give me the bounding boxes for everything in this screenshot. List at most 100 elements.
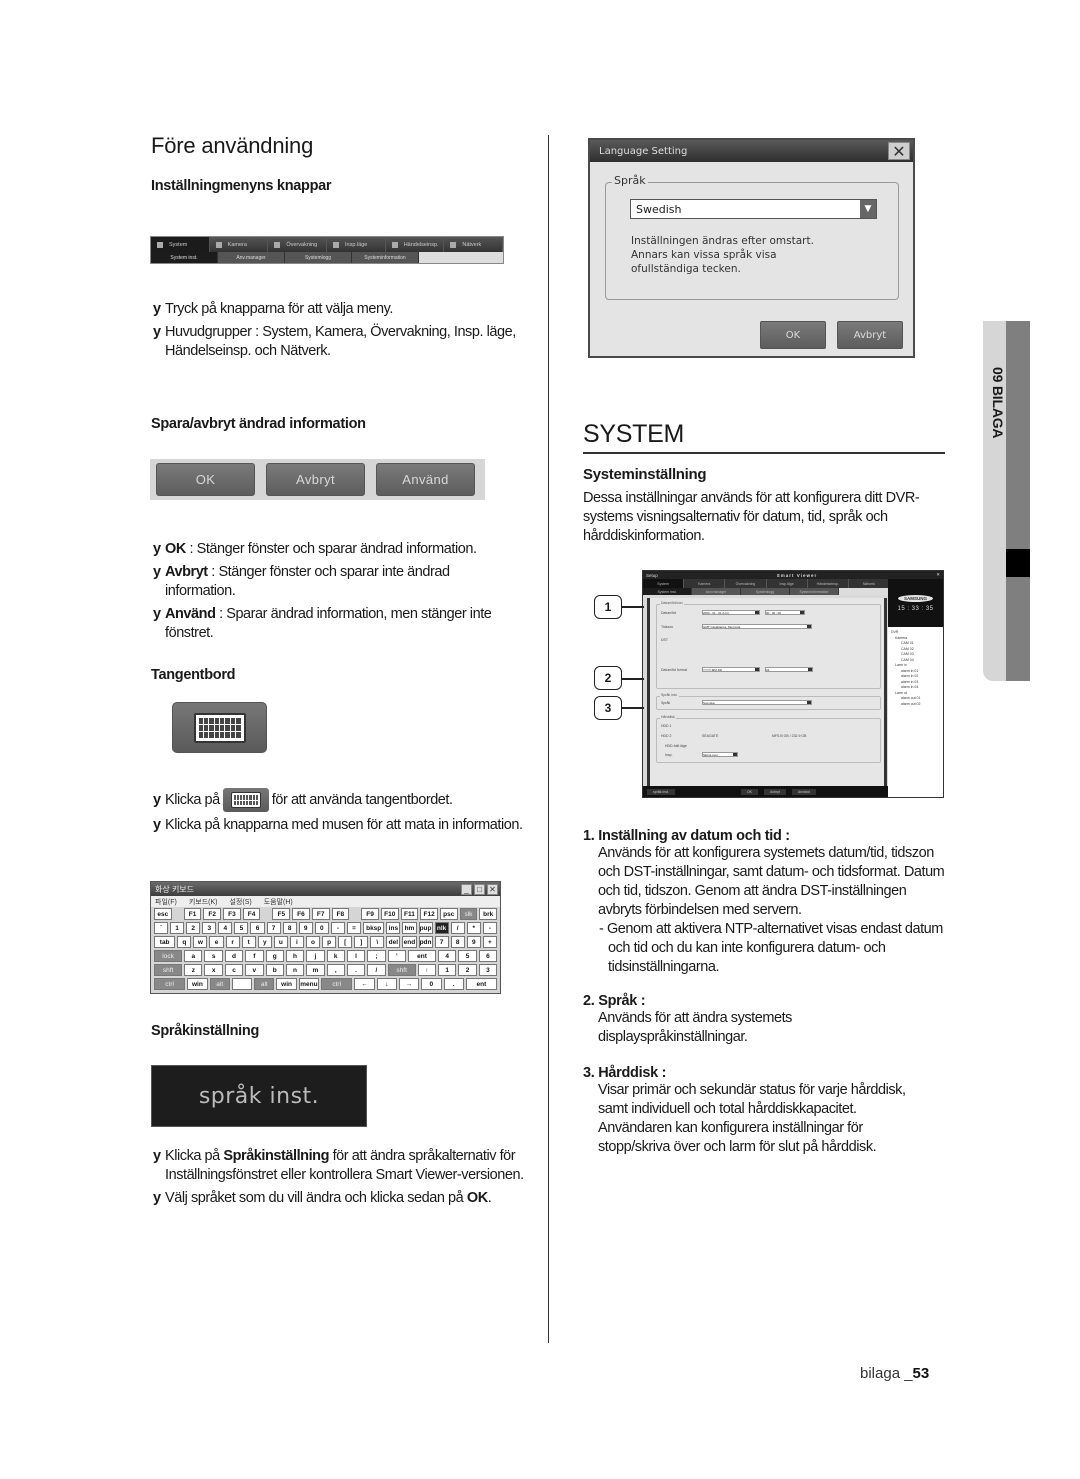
vk-key[interactable]: ins xyxy=(386,922,401,934)
close-icon[interactable]: ✕ xyxy=(936,572,940,578)
vk-key[interactable]: ← xyxy=(354,978,375,990)
sv-bottom-button[interactable]: språk inst. xyxy=(647,788,675,795)
sv-tree-item[interactable]: alarm out 02 xyxy=(891,702,940,708)
vk-key[interactable]: 1 xyxy=(170,922,185,934)
vk-key[interactable]: F8 xyxy=(331,908,350,920)
sv-tab[interactable]: Nätverk xyxy=(849,579,891,588)
chevron-down-icon[interactable]: ▼ xyxy=(860,200,876,218)
vk-key[interactable]: F9 xyxy=(361,908,379,920)
vk-key[interactable]: F1 xyxy=(183,908,202,920)
vk-key[interactable] xyxy=(174,908,182,920)
vk-menu-item[interactable]: 파일(F) xyxy=(155,897,177,907)
sv-bottom-button[interactable]: OK xyxy=(740,788,759,795)
menu-tab[interactable]: System xyxy=(151,237,210,252)
vk-menu-item[interactable]: 도움말(H) xyxy=(264,897,293,907)
vk-key[interactable]: \ xyxy=(370,936,385,948)
vk-key[interactable]: → xyxy=(398,978,420,990)
vk-key[interactable]: o xyxy=(305,936,321,948)
menu-subtab[interactable]: Anv.manager xyxy=(218,252,285,263)
vk-key[interactable]: v xyxy=(245,964,264,976)
vk-menu-item[interactable]: 설정(S) xyxy=(229,897,251,907)
sv-tab[interactable]: Händelseinsp. xyxy=(808,579,849,588)
vk-key[interactable]: win xyxy=(187,978,208,990)
vk-key[interactable]: k xyxy=(326,950,345,962)
vk-key[interactable]: u xyxy=(273,936,288,948)
vk-key[interactable]: ent xyxy=(407,950,437,962)
vk-key[interactable]: f xyxy=(245,950,264,962)
vk-key[interactable]: 5 xyxy=(458,950,477,962)
vk-key[interactable]: t xyxy=(241,936,256,948)
menu-subtab[interactable]: Systemlogg xyxy=(285,252,352,263)
vk-key[interactable]: 6 xyxy=(250,922,265,934)
vk-key[interactable]: * xyxy=(466,922,481,934)
vk-key[interactable]: brk xyxy=(479,908,497,920)
sv-subtab[interactable]: Anv.manager xyxy=(692,588,741,595)
vk-key[interactable]: . xyxy=(443,978,464,990)
vk-key[interactable]: ↓ xyxy=(376,978,397,990)
cancel-button[interactable]: Avbryt xyxy=(266,463,365,496)
sv-bottom-button[interactable]: Använd xyxy=(791,788,816,795)
vk-menu-item[interactable]: 키보드(K) xyxy=(189,897,218,907)
vk-key[interactable]: F4 xyxy=(242,908,261,920)
vk-key[interactable]: = xyxy=(346,922,362,934)
sv-tab[interactable]: Insp.läge xyxy=(767,579,808,588)
vk-key[interactable]: alt xyxy=(209,978,230,990)
vk-key[interactable]: F11 xyxy=(400,908,419,920)
vk-key[interactable]: 6 xyxy=(478,950,498,962)
menu-tab[interactable]: Händelseinsp. xyxy=(385,237,445,252)
vk-key[interactable]: lock xyxy=(154,950,183,962)
vk-key[interactable]: s xyxy=(204,950,223,962)
vk-key[interactable]: h xyxy=(285,950,305,962)
vk-key[interactable]: 0 xyxy=(314,922,329,934)
dialog-cancel-button[interactable]: Avbryt xyxy=(837,321,903,349)
vk-key[interactable] xyxy=(351,908,359,920)
vk-key[interactable]: a xyxy=(184,950,203,962)
vk-key[interactable]: nlk xyxy=(434,922,449,934)
vk-key[interactable]: + xyxy=(482,936,497,948)
language-select[interactable]: Swedish ▼ xyxy=(630,199,877,219)
vk-key[interactable]: F12 xyxy=(420,908,438,920)
vk-key[interactable]: F10 xyxy=(380,908,399,920)
vk-key[interactable]: 5 xyxy=(234,922,249,934)
vk-key[interactable]: 7 xyxy=(434,936,449,948)
vk-key[interactable]: n xyxy=(285,964,305,976)
dialog-ok-button[interactable]: OK xyxy=(760,321,826,349)
vk-key[interactable]: l xyxy=(346,950,366,962)
close-icon[interactable]: ✕ xyxy=(888,142,910,161)
vk-key[interactable]: 8 xyxy=(282,922,297,934)
vk-key[interactable]: 2 xyxy=(186,922,201,934)
sv-tab[interactable]: Kamera xyxy=(684,579,726,588)
vk-key[interactable]: i xyxy=(289,936,304,948)
vk-key[interactable] xyxy=(231,978,253,990)
vk-key[interactable]: F2 xyxy=(203,908,222,920)
vk-key[interactable]: m xyxy=(306,964,325,976)
sv-subtab[interactable]: Systeminformation xyxy=(790,588,839,595)
vk-key[interactable]: pup xyxy=(418,922,433,934)
vk-key[interactable]: bksp xyxy=(363,922,385,934)
vk-key[interactable]: 3 xyxy=(202,922,217,934)
vk-key[interactable]: 2 xyxy=(458,964,477,976)
vk-key[interactable]: [ xyxy=(338,936,353,948)
vk-key[interactable]: - xyxy=(330,922,345,934)
vk-key[interactable]: j xyxy=(306,950,325,962)
vk-key[interactable]: menu xyxy=(298,978,320,990)
vk-key[interactable]: c xyxy=(224,964,244,976)
ok-button[interactable]: OK xyxy=(156,463,255,496)
sv-tab[interactable]: System xyxy=(643,579,685,588)
menu-subtab[interactable]: System inst. xyxy=(151,252,218,263)
vk-key[interactable]: d xyxy=(224,950,244,962)
vk-key[interactable]: . xyxy=(346,964,366,976)
vk-key[interactable]: 7 xyxy=(266,922,281,934)
vk-key[interactable]: ; xyxy=(367,950,386,962)
vk-key[interactable]: psc xyxy=(439,908,458,920)
vk-key[interactable]: tab xyxy=(154,936,176,948)
vk-key[interactable]: r xyxy=(225,936,240,948)
vk-key[interactable]: b xyxy=(265,964,284,976)
vk-key[interactable] xyxy=(262,908,270,920)
vk-key[interactable]: ↑ xyxy=(417,964,437,976)
vk-key[interactable]: ctrl xyxy=(154,978,186,990)
vk-key[interactable]: end xyxy=(402,936,417,948)
vk-key[interactable]: 4 xyxy=(218,922,233,934)
vk-key[interactable]: x xyxy=(204,964,223,976)
vk-key[interactable]: F5 xyxy=(272,908,291,920)
